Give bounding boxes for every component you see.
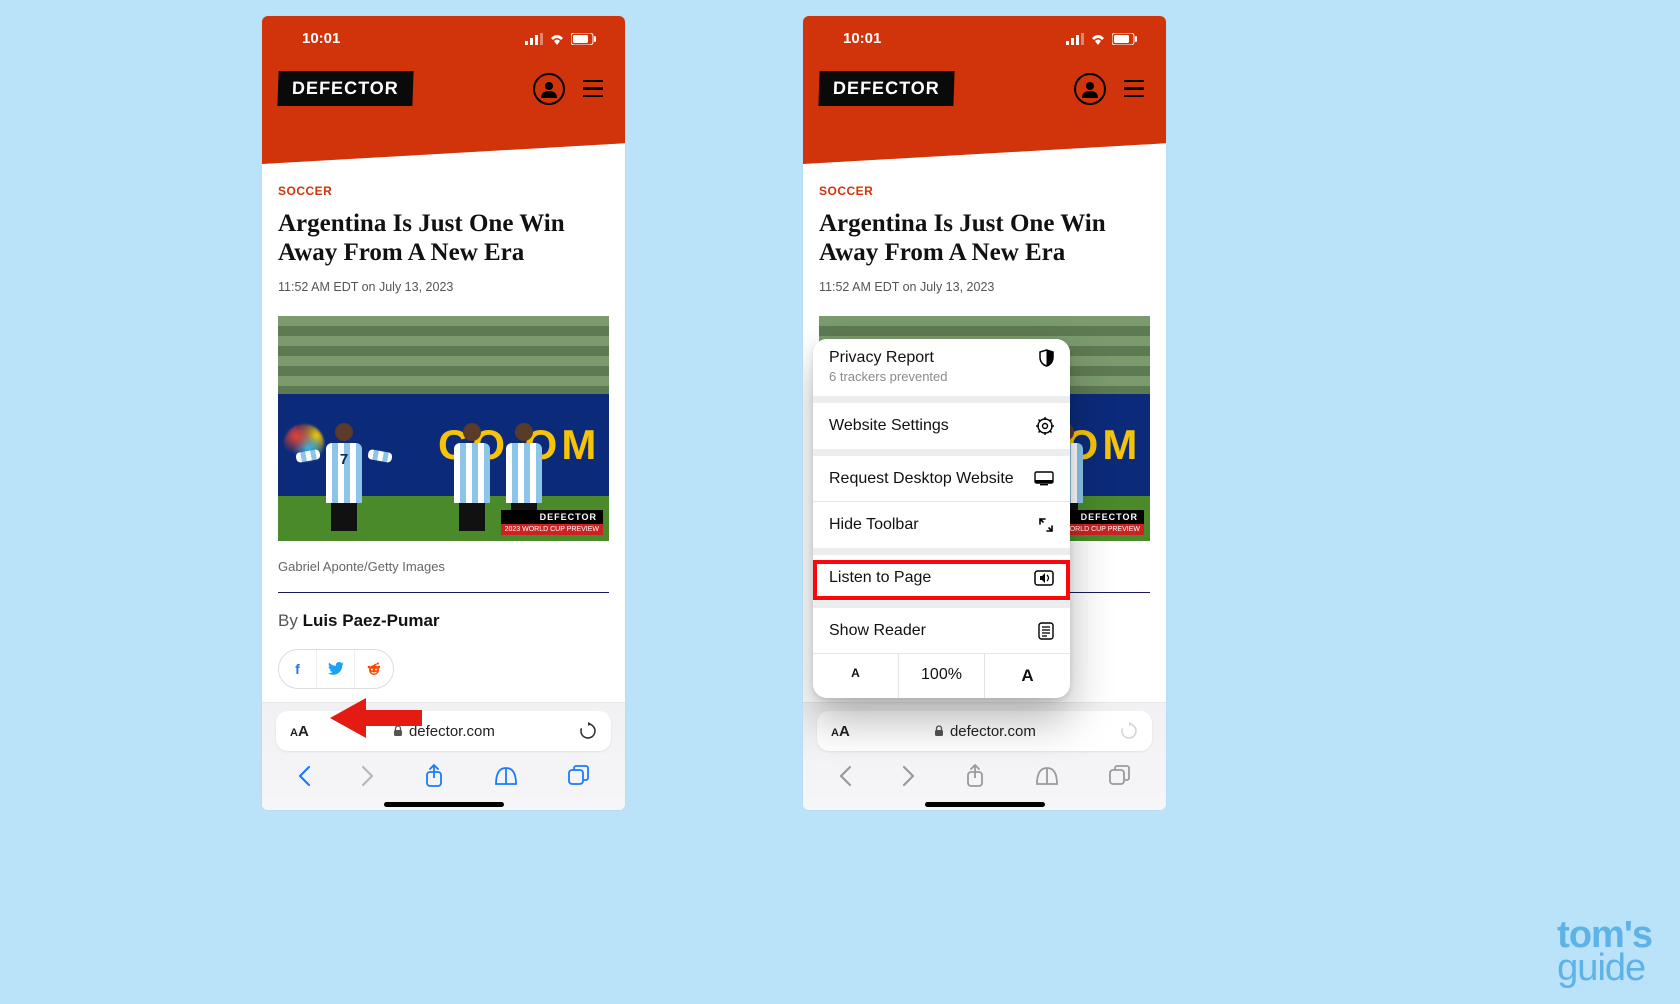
- article-headline: Argentina Is Just One Win Away From A Ne…: [819, 210, 1150, 268]
- signal-icon: [1066, 33, 1084, 45]
- status-bar: 10:01: [262, 16, 625, 47]
- page-settings-button[interactable]: AA: [831, 723, 850, 740]
- site-header: 10:01 DEFECTOR: [803, 16, 1166, 164]
- zoom-value[interactable]: 100%: [899, 654, 985, 698]
- status-bar: 10:01: [803, 16, 1166, 47]
- refresh-button[interactable]: [579, 722, 597, 740]
- lock-icon: [934, 725, 944, 737]
- share-button[interactable]: [965, 764, 985, 788]
- menu-show-reader[interactable]: Show Reader: [813, 608, 1070, 654]
- menu-hide-toolbar[interactable]: Hide Toolbar: [813, 502, 1070, 548]
- wifi-icon: [549, 33, 565, 45]
- status-time: 10:01: [302, 30, 340, 47]
- expand-icon: [1038, 517, 1054, 533]
- share-reddit[interactable]: [355, 650, 393, 688]
- article-headline: Argentina Is Just One Win Away From A Ne…: [278, 210, 609, 268]
- reader-icon: [1038, 622, 1054, 640]
- annotation-arrow: [328, 698, 422, 738]
- safari-chrome: AA defector.com: [803, 702, 1166, 810]
- share-twitter[interactable]: [317, 650, 355, 688]
- phone-screenshot-left: 10:01 DEFECTOR SOCCER Argentina I: [262, 16, 625, 810]
- home-indicator[interactable]: [384, 802, 504, 807]
- forward-button: [361, 765, 375, 787]
- tabs-button[interactable]: [1109, 765, 1131, 787]
- safari-toolbar: [803, 751, 1166, 801]
- site-header: 10:01 DEFECTOR: [262, 16, 625, 164]
- menu-listen-to-page[interactable]: Listen to Page: [813, 555, 1070, 601]
- zoom-in[interactable]: A: [985, 654, 1070, 698]
- site-logo[interactable]: DEFECTOR: [277, 71, 413, 106]
- hamburger-icon[interactable]: [583, 80, 603, 98]
- battery-icon: [571, 33, 597, 45]
- status-icons: [1066, 33, 1138, 45]
- account-icon[interactable]: [1074, 73, 1106, 105]
- zoom-out[interactable]: A: [813, 654, 899, 698]
- bookmarks-button[interactable]: [494, 766, 518, 786]
- url-bar[interactable]: AA defector.com: [276, 711, 611, 751]
- account-icon[interactable]: [533, 73, 565, 105]
- hero-image: CO OM 7 DEFECTOR 2023 WORLD CUP PREVIEW: [278, 316, 609, 541]
- byline: By Luis Paez-Pumar: [278, 611, 609, 631]
- menu-privacy-report[interactable]: Privacy Report 6 trackers prevented: [813, 339, 1070, 396]
- home-indicator[interactable]: [925, 802, 1045, 807]
- back-button[interactable]: [297, 765, 311, 787]
- page-settings-menu: Privacy Report 6 trackers prevented Webs…: [813, 339, 1070, 698]
- divider: [278, 592, 609, 593]
- hero-watermark: DEFECTOR 2023 WORLD CUP PREVIEW: [501, 510, 603, 535]
- site-logo[interactable]: DEFECTOR: [818, 71, 954, 106]
- safari-toolbar: [262, 751, 625, 801]
- status-icons: [525, 33, 597, 45]
- forward-button: [902, 765, 916, 787]
- page-settings-button[interactable]: AA: [290, 723, 309, 740]
- zoom-controls: A 100% A: [813, 654, 1070, 698]
- back-button[interactable]: [838, 765, 852, 787]
- menu-website-settings[interactable]: Website Settings: [813, 403, 1070, 449]
- speaker-icon: [1034, 570, 1054, 586]
- tabs-button[interactable]: [568, 765, 590, 787]
- nav-row: DEFECTOR: [262, 47, 625, 106]
- article-timestamp: 11:52 AM EDT on July 13, 2023: [819, 280, 1150, 294]
- article-category[interactable]: SOCCER: [278, 184, 609, 198]
- wifi-icon: [1090, 33, 1106, 45]
- nav-row: DEFECTOR: [803, 47, 1166, 106]
- article-category[interactable]: SOCCER: [819, 184, 1150, 198]
- signal-icon: [525, 33, 543, 45]
- article-body: SOCCER Argentina Is Just One Win Away Fr…: [262, 164, 625, 689]
- author-name[interactable]: Luis Paez-Pumar: [303, 611, 440, 630]
- refresh-button: [1120, 722, 1138, 740]
- privacy-subtext: 6 trackers prevented: [829, 369, 1054, 384]
- bookmarks-button[interactable]: [1035, 766, 1059, 786]
- phone-screenshot-right: 10:01 DEFECTOR SOCCER Argentina I: [803, 16, 1166, 810]
- status-time: 10:01: [843, 30, 881, 47]
- url-text[interactable]: defector.com: [860, 723, 1110, 740]
- menu-request-desktop[interactable]: Request Desktop Website: [813, 456, 1070, 502]
- desktop-icon: [1034, 471, 1054, 487]
- share-button[interactable]: [424, 764, 444, 788]
- safari-chrome: AA defector.com: [262, 702, 625, 810]
- watermark-logo: tom's guide: [1557, 919, 1652, 984]
- shield-icon: [1039, 349, 1054, 367]
- gear-icon: [1036, 417, 1054, 435]
- share-row: f: [278, 649, 609, 689]
- hero-caption: Gabriel Aponte/Getty Images: [278, 559, 609, 574]
- url-bar[interactable]: AA defector.com: [817, 711, 1152, 751]
- battery-icon: [1112, 33, 1138, 45]
- article-timestamp: 11:52 AM EDT on July 13, 2023: [278, 280, 609, 294]
- hamburger-icon[interactable]: [1124, 80, 1144, 98]
- share-facebook[interactable]: f: [279, 650, 317, 688]
